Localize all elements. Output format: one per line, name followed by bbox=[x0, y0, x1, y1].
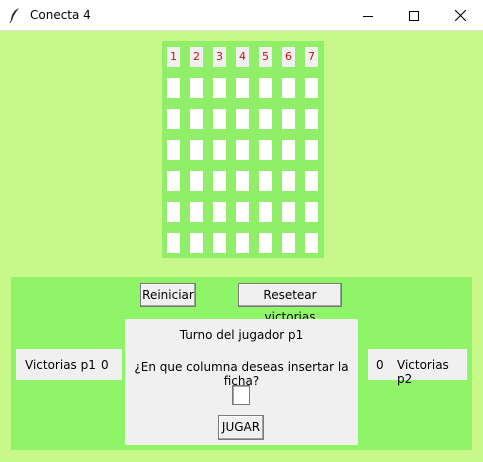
minimize-button[interactable] bbox=[345, 0, 391, 31]
board-cell bbox=[259, 109, 272, 129]
board-cell bbox=[213, 171, 226, 191]
board-cell bbox=[236, 109, 249, 129]
board-cell bbox=[167, 171, 180, 191]
board-cell bbox=[282, 202, 295, 222]
board-cell bbox=[236, 140, 249, 160]
board-cell bbox=[213, 78, 226, 98]
board-cell bbox=[167, 140, 180, 160]
board-cell bbox=[305, 78, 318, 98]
board-cell bbox=[190, 109, 203, 129]
board-cell bbox=[190, 233, 203, 253]
board-cell bbox=[167, 233, 180, 253]
score-p2: 0 Victorias p2 bbox=[368, 349, 467, 386]
board-cell bbox=[305, 140, 318, 160]
column-number-4: 4 bbox=[236, 47, 249, 67]
score-p1-value: 0 bbox=[101, 358, 109, 372]
title-bar: Conecta 4 bbox=[0, 0, 483, 31]
game-window: 1234567 Reiniciar Resetear victorias Vic… bbox=[1, 31, 482, 461]
board-cell bbox=[190, 171, 203, 191]
board-cell bbox=[167, 109, 180, 129]
column-number-5: 5 bbox=[259, 47, 272, 67]
board-cell bbox=[259, 202, 272, 222]
column-number-2: 2 bbox=[190, 47, 203, 67]
board-cell bbox=[236, 171, 249, 191]
board-cell bbox=[259, 78, 272, 98]
turn-text: Turno del jugador p1 bbox=[179, 328, 304, 342]
feather-icon bbox=[9, 8, 19, 23]
reset-wins-button[interactable]: Resetear victorias bbox=[238, 283, 342, 324]
column-number-7: 7 bbox=[305, 47, 318, 67]
board-cell bbox=[167, 202, 180, 222]
play-button[interactable]: JUGAR bbox=[218, 415, 264, 440]
board-cell bbox=[259, 233, 272, 253]
board-cell bbox=[213, 233, 226, 253]
board-cell bbox=[167, 78, 180, 98]
close-icon bbox=[454, 10, 466, 21]
turn-box: Turno del jugador p1 ¿En que columna des… bbox=[125, 319, 358, 445]
board-cell bbox=[236, 202, 249, 222]
score-p1: Victorias p1 0 bbox=[16, 349, 122, 380]
board-cell bbox=[236, 233, 249, 253]
column-input[interactable] bbox=[232, 385, 250, 405]
board-cell bbox=[259, 140, 272, 160]
board-cell bbox=[213, 140, 226, 160]
board-cell bbox=[213, 202, 226, 222]
close-button[interactable] bbox=[437, 0, 483, 31]
column-question: ¿En que columna deseas insertar la ficha… bbox=[134, 360, 349, 388]
board-cell bbox=[259, 171, 272, 191]
board-cell bbox=[236, 78, 249, 98]
board-cell bbox=[190, 78, 203, 98]
column-number-1: 1 bbox=[167, 47, 180, 67]
score-p1-label: Victorias p1 bbox=[25, 358, 96, 372]
maximize-icon bbox=[409, 10, 419, 21]
board-cell bbox=[305, 109, 318, 129]
minimize-icon bbox=[363, 15, 373, 17]
board-cell bbox=[305, 202, 318, 222]
board-cell bbox=[305, 171, 318, 191]
score-p2-value: 0 bbox=[376, 358, 384, 372]
game-board: 1234567 bbox=[162, 41, 324, 258]
board-cell bbox=[213, 109, 226, 129]
board-cell bbox=[282, 140, 295, 160]
board-cell bbox=[190, 140, 203, 160]
board-cell bbox=[282, 233, 295, 253]
restart-button[interactable]: Reiniciar bbox=[140, 283, 196, 307]
column-number-6: 6 bbox=[282, 47, 295, 67]
score-p2-label: Victorias p2 bbox=[397, 358, 449, 386]
board-cell bbox=[282, 171, 295, 191]
board-cell bbox=[282, 109, 295, 129]
window-title: Conecta 4 bbox=[30, 8, 91, 22]
board-cell bbox=[282, 78, 295, 98]
board-cell bbox=[305, 233, 318, 253]
board-cell bbox=[190, 202, 203, 222]
column-number-3: 3 bbox=[213, 47, 226, 67]
control-panel: Reiniciar Resetear victorias Victorias p… bbox=[11, 277, 472, 450]
maximize-button[interactable] bbox=[391, 0, 437, 31]
